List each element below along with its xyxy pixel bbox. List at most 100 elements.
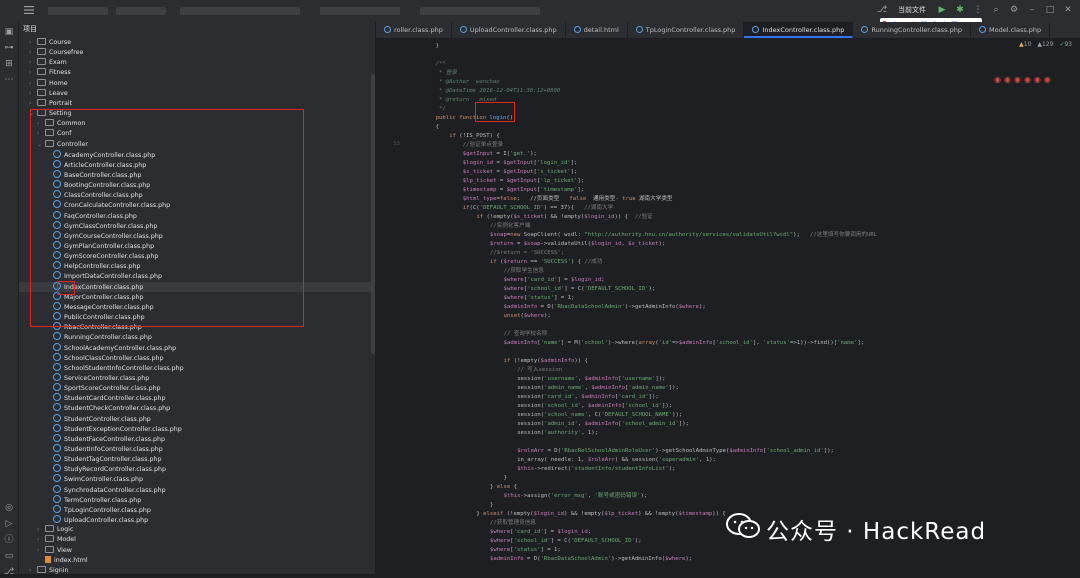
code-line: // 写入session bbox=[517, 367, 563, 373]
code-line: //获取学生信息 bbox=[503, 268, 544, 274]
blurred-menu bbox=[320, 7, 400, 15]
code-line: $login_id = $getInput['login_id']; bbox=[462, 160, 578, 166]
folder-icon bbox=[37, 68, 46, 76]
php-class-icon bbox=[53, 444, 61, 452]
editor-tab[interactable]: RunningController.class.php bbox=[853, 22, 972, 38]
tree-item-label: TpLoginController.class.php bbox=[64, 506, 151, 514]
debug-icon[interactable]: ✱ bbox=[954, 4, 966, 16]
tree-folder[interactable]: › Portrait bbox=[19, 98, 375, 109]
run-config-selector[interactable]: 当前文件 bbox=[894, 5, 930, 15]
php-class-icon bbox=[53, 413, 61, 422]
tree-file[interactable]: SchoolStudentInfoController.class.php bbox=[19, 362, 375, 373]
search-icon[interactable]: ⌕ bbox=[990, 4, 1002, 16]
problems-icon[interactable]: ⓘ bbox=[3, 534, 15, 546]
editor-tab[interactable]: IndexController.class.php bbox=[744, 22, 854, 38]
minimize-icon[interactable]: – bbox=[1026, 4, 1038, 16]
settings-gear-icon[interactable]: ⚙ bbox=[1008, 4, 1020, 16]
project-folder-icon[interactable]: ▣ bbox=[3, 26, 15, 38]
tree-folder[interactable]: › Exam bbox=[19, 58, 375, 68]
php-class-icon bbox=[53, 484, 61, 493]
tree-file[interactable]: SwimController.class.php bbox=[19, 474, 375, 484]
tree-file[interactable]: TermController.class.php bbox=[19, 494, 375, 505]
more-actions-icon[interactable]: ⋮ bbox=[972, 4, 984, 16]
tree-file[interactable]: StudentCardController.class.php bbox=[19, 393, 375, 403]
close-icon[interactable]: ✕ bbox=[1062, 4, 1074, 16]
tree-file[interactable]: StudentExceptionController.class.php bbox=[19, 423, 375, 434]
tree-folder[interactable]: › Fitness bbox=[19, 68, 375, 78]
tab-label: UploadController.class.php bbox=[469, 26, 557, 34]
code-line: session('school_name', C('DEFAULT_SCHOOL… bbox=[517, 412, 683, 418]
tree-folder[interactable]: › Leave bbox=[19, 88, 375, 99]
tree-file[interactable]: StudentFaceController.class.php bbox=[19, 433, 375, 444]
chevron-right-icon[interactable]: › bbox=[29, 99, 37, 109]
chevron-right-icon[interactable]: › bbox=[29, 89, 37, 99]
hamburger-menu-icon[interactable] bbox=[24, 5, 34, 15]
folder-icon bbox=[45, 535, 54, 543]
folder-icon bbox=[37, 565, 46, 573]
project-scrollbar[interactable] bbox=[371, 74, 375, 354]
code-line: { bbox=[435, 124, 439, 130]
tree-file[interactable]: TpLoginController.class.php bbox=[19, 504, 375, 515]
code-area[interactable]: } /** * 登录 * @Author wanchao * @DateTime … bbox=[422, 39, 1072, 574]
tree-file[interactable]: StudentTagController.class.php bbox=[19, 454, 375, 464]
tree-file[interactable]: StudentInfoController.class.php bbox=[19, 444, 375, 454]
editor-tab[interactable]: Model.class.php bbox=[971, 22, 1051, 38]
run-icon[interactable]: ▶ bbox=[936, 4, 948, 16]
tree-file[interactable]: RunningController.class.php bbox=[19, 332, 375, 342]
tab-label: Model.class.php bbox=[989, 26, 1042, 34]
git-icon[interactable]: ⎇ bbox=[876, 4, 888, 16]
structure-icon[interactable]: ⊞ bbox=[3, 58, 15, 70]
editor-tab[interactable]: detail.html bbox=[566, 22, 628, 38]
tree-folder[interactable]: › Model bbox=[19, 535, 375, 545]
chevron-right-icon[interactable]: › bbox=[29, 38, 37, 48]
chevron-right-icon[interactable]: › bbox=[29, 566, 37, 574]
git-tool-icon[interactable]: ⎇ bbox=[3, 566, 15, 578]
editor-tab[interactable]: TpLoginController.class.php bbox=[628, 22, 745, 38]
more-tools-icon[interactable]: ⋯ bbox=[3, 74, 15, 86]
editor-tab[interactable]: roller.class.php bbox=[376, 22, 452, 38]
code-line: $roleArr = D('RbacRelSchoolAdminRoleUser… bbox=[517, 448, 834, 454]
tree-folder[interactable]: › Logic bbox=[19, 525, 375, 535]
html-file-icon bbox=[45, 555, 51, 563]
chevron-right-icon[interactable]: › bbox=[37, 535, 45, 545]
chevron-right-icon[interactable]: › bbox=[29, 79, 37, 89]
code-line: $html_type=false; //页面类型 false 通用类型- tru… bbox=[462, 196, 673, 202]
blurred-project-name bbox=[48, 7, 108, 15]
tree-file[interactable]: SchoolClassController.class.php bbox=[19, 352, 375, 363]
tree-folder[interactable]: › Signin bbox=[19, 565, 375, 574]
code-line: $where['card_id'] = $login_id; bbox=[503, 277, 605, 283]
commit-icon[interactable]: ⊶ bbox=[3, 42, 15, 54]
tree-file[interactable]: UploadController.class.php bbox=[19, 515, 375, 525]
tree-item-label: SchoolStudentInfoController.class.php bbox=[64, 364, 184, 372]
chevron-right-icon[interactable]: › bbox=[37, 525, 45, 535]
chevron-right-icon[interactable]: › bbox=[29, 58, 37, 68]
run-tool-icon[interactable]: ▷ bbox=[3, 518, 15, 530]
tree-folder[interactable]: › Coursefree bbox=[19, 48, 375, 58]
tree-folder[interactable]: › View bbox=[19, 545, 375, 556]
tree-file[interactable]: SchoolAcademyController.class.php bbox=[19, 342, 375, 353]
tree-item-label: StudentCheckController.class.php bbox=[64, 405, 171, 413]
chevron-right-icon[interactable]: › bbox=[37, 546, 45, 556]
tree-file[interactable]: index.html bbox=[19, 555, 375, 566]
chevron-right-icon[interactable]: › bbox=[29, 48, 37, 58]
code-line: if(C('DEFAULT_SCHOOL_ID') == 37){ //湖南大学 bbox=[462, 205, 614, 211]
editor-tab[interactable]: UploadController.class.php bbox=[452, 22, 566, 38]
php-class-icon bbox=[53, 362, 61, 371]
tree-file[interactable]: StudyRecordController.class.php bbox=[19, 464, 375, 474]
tree-folder[interactable]: › Home bbox=[19, 78, 375, 89]
tree-file[interactable]: ServiceController.class.php bbox=[19, 372, 375, 383]
blurred-path bbox=[180, 7, 300, 15]
folder-icon bbox=[37, 78, 46, 86]
maximize-icon[interactable]: □ bbox=[1044, 4, 1056, 16]
tree-file[interactable]: SportScoreController.class.php bbox=[19, 383, 375, 393]
folder-icon bbox=[45, 525, 54, 533]
tree-file[interactable]: SynchrodataController.class.php bbox=[19, 484, 375, 495]
tree-folder[interactable]: › Course bbox=[19, 38, 375, 48]
chevron-right-icon[interactable]: › bbox=[29, 68, 37, 78]
tree-file[interactable]: StudentCheckController.class.php bbox=[19, 403, 375, 413]
tree-file[interactable]: StudentController.class.php bbox=[19, 413, 375, 424]
services-icon[interactable]: ◎ bbox=[3, 502, 15, 514]
tree-item-label: ServiceController.class.php bbox=[64, 374, 150, 382]
php-class-icon bbox=[53, 342, 61, 351]
terminal-icon[interactable]: ▭ bbox=[3, 550, 15, 562]
